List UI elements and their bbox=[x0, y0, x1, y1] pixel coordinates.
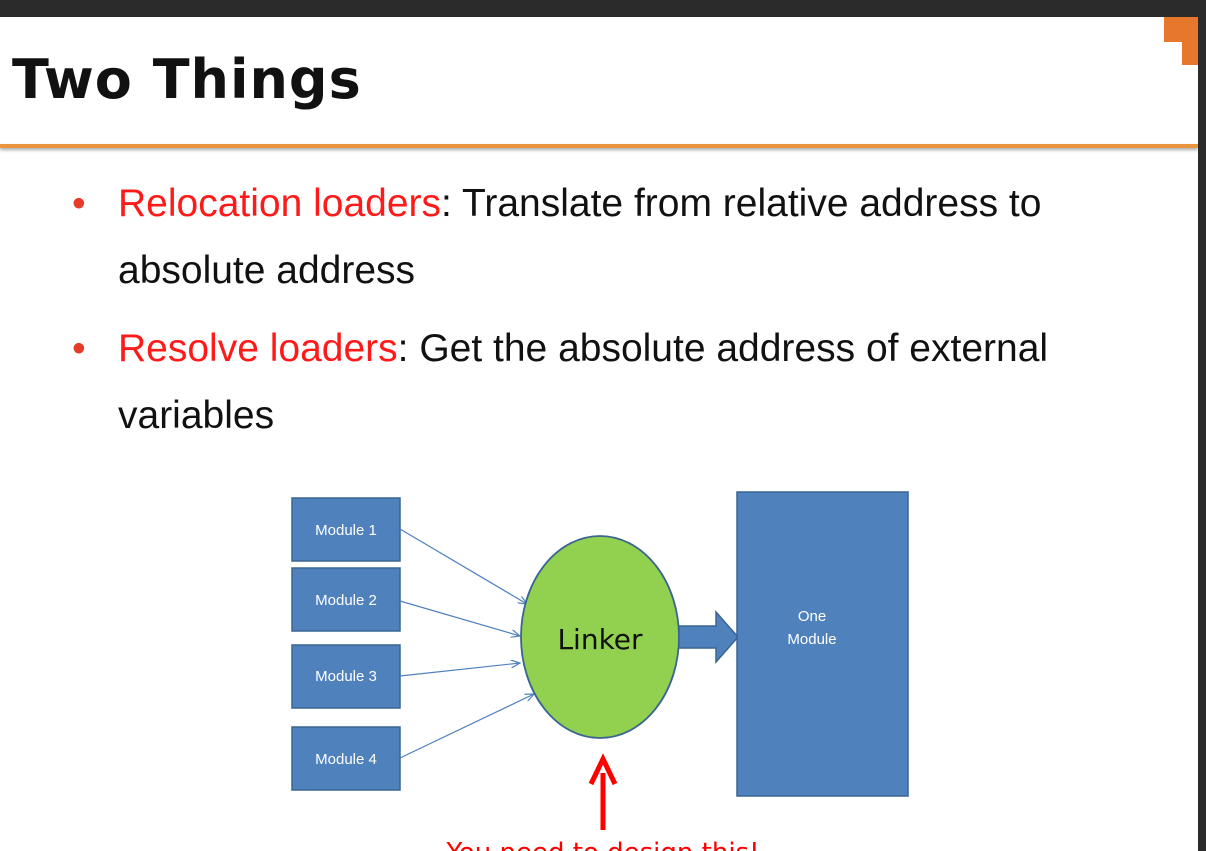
connector-arrow bbox=[399, 694, 534, 759]
module-label: Module 2 bbox=[315, 592, 377, 609]
linker-diagram: Module 1 Module 2 Module 3 Module 4 Link… bbox=[291, 491, 909, 851]
module-box: Module 4 bbox=[291, 726, 401, 791]
up-arrow-icon bbox=[588, 753, 618, 830]
connector-arrow bbox=[399, 600, 520, 636]
output-arrow bbox=[678, 610, 739, 664]
module-label: Module 1 bbox=[315, 522, 377, 539]
linker-label: Linker bbox=[557, 623, 643, 656]
module-label: Module 4 bbox=[315, 751, 377, 768]
module-box: Module 2 bbox=[291, 567, 401, 632]
output-label-line1: One bbox=[798, 608, 826, 625]
connector-arrow bbox=[399, 528, 527, 604]
module-box: Module 3 bbox=[291, 644, 401, 709]
output-label-line2: Module bbox=[787, 631, 836, 648]
module-label: Module 3 bbox=[315, 668, 377, 685]
module-box: Module 1 bbox=[291, 497, 401, 562]
connector-arrow bbox=[399, 663, 520, 677]
annotation-text: You need to design this! bbox=[445, 838, 759, 851]
